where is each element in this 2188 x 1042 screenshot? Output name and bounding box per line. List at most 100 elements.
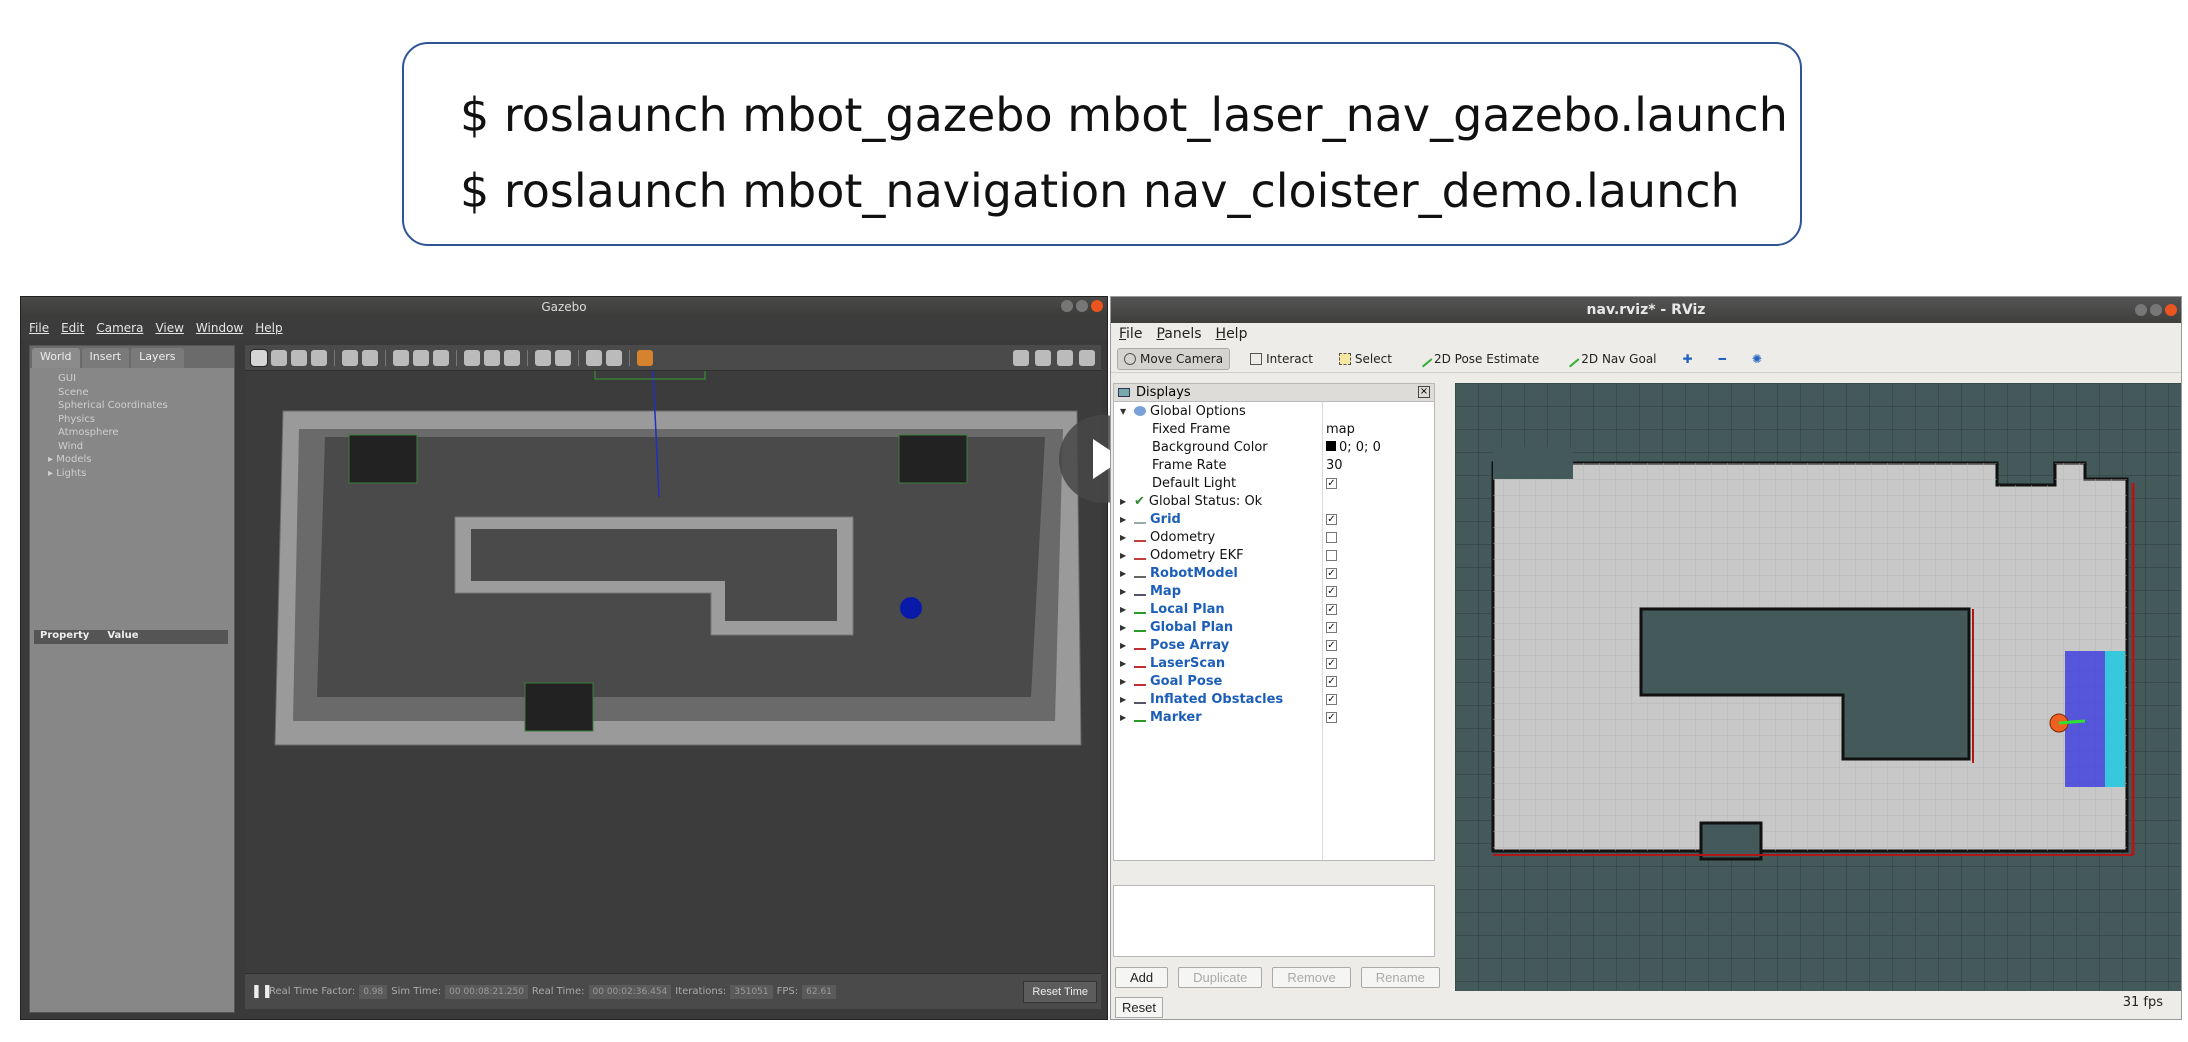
display-checkbox[interactable]: ✓ (1326, 711, 1337, 723)
tab-world[interactable]: World (32, 348, 80, 368)
box-shape-icon[interactable] (393, 349, 409, 366)
background-color-field[interactable]: 0; 0; 0 (1326, 440, 1381, 455)
minimize-icon[interactable] (1061, 300, 1073, 312)
tree-item-scene[interactable]: Scene (58, 386, 234, 400)
gazebo-menu-file[interactable]: File (29, 321, 49, 335)
expand-arrow-icon[interactable]: ▶ (1120, 569, 1126, 578)
duplicate-button[interactable]: Duplicate (1178, 967, 1263, 988)
display-row-inflated-obstacles[interactable]: ▶ Inflated Obstacles ✓ (1114, 690, 1434, 708)
collapse-arrow-icon[interactable]: ▼ (1120, 407, 1126, 416)
expand-arrow-icon[interactable]: ▶ (1120, 659, 1126, 668)
display-row-map[interactable]: ▶ Map ✓ (1114, 582, 1434, 600)
display-row-odometry[interactable]: ▶ Odometry (1114, 528, 1434, 546)
display-row-pose-array[interactable]: ▶ Pose Array ✓ (1114, 636, 1434, 654)
display-checkbox[interactable]: ✓ (1326, 693, 1337, 705)
maximize-icon[interactable] (1076, 300, 1088, 312)
fixed-frame-value[interactable]: map (1326, 422, 1355, 437)
display-row-global-plan[interactable]: ▶ Global Plan ✓ (1114, 618, 1434, 636)
plot-icon[interactable] (1057, 349, 1073, 366)
gazebo-menu-window[interactable]: Window (196, 321, 243, 335)
expand-arrow-icon[interactable]: ▶ (1120, 623, 1126, 632)
close-icon[interactable] (2165, 304, 2177, 316)
point-light-icon[interactable] (464, 349, 480, 366)
background-color-row[interactable]: Background Color 0; 0; 0 (1114, 438, 1434, 456)
pause-icon[interactable]: ❚❚ (251, 984, 273, 999)
frame-rate-row[interactable]: Frame Rate 30 (1114, 456, 1434, 474)
expand-arrow-icon[interactable]: ▶ (1120, 695, 1126, 704)
frame-rate-value[interactable]: 30 (1326, 458, 1343, 473)
spot-light-icon[interactable] (484, 349, 500, 366)
fixed-frame-row[interactable]: Fixed Frame map (1114, 420, 1434, 438)
reset-time-button[interactable]: Reset Time (1023, 980, 1097, 1003)
align-icon[interactable] (586, 349, 602, 366)
minimize-icon[interactable] (2135, 304, 2147, 316)
gazebo-3d-scene[interactable] (245, 371, 1101, 973)
expand-arrow-icon[interactable]: ▶ (1120, 587, 1126, 596)
tree-item-physics[interactable]: Physics (58, 413, 234, 427)
display-checkbox[interactable]: ✓ (1326, 513, 1337, 525)
scale-icon[interactable] (311, 349, 327, 366)
sphere-shape-icon[interactable] (413, 349, 429, 366)
move-camera-tool[interactable]: Move Camera (1117, 347, 1231, 370)
tree-item-models[interactable]: ▸ Models (48, 453, 234, 467)
display-checkbox[interactable]: ✓ (1326, 621, 1337, 633)
expand-arrow-icon[interactable]: ▶ (1120, 605, 1126, 614)
reset-button[interactable]: Reset (1115, 997, 1163, 1018)
gazebo-viewport[interactable] (245, 345, 1101, 973)
video-icon[interactable] (1079, 349, 1095, 366)
copy-icon[interactable] (535, 349, 551, 366)
expand-arrow-icon[interactable]: ▸ (48, 454, 56, 465)
display-row-robotmodel[interactable]: ▶ RobotModel ✓ (1114, 564, 1434, 582)
tree-item-gui[interactable]: GUI (58, 372, 234, 386)
remove-tool[interactable]: ━ (1713, 349, 1732, 369)
rviz-menu-file[interactable]: File (1119, 326, 1142, 342)
display-row-odometry-ekf[interactable]: ▶ Odometry EKF (1114, 546, 1434, 564)
expand-arrow-icon[interactable]: ▶ (1120, 497, 1126, 506)
rviz-3d-view[interactable] (1455, 383, 2181, 991)
global-status-row[interactable]: ▶ ✔ Global Status: Ok (1114, 492, 1434, 510)
tab-insert[interactable]: Insert (81, 348, 130, 368)
gazebo-menu-view[interactable]: View (155, 321, 183, 335)
rotate-icon[interactable] (291, 349, 307, 366)
global-options-row[interactable]: ▼ Global Options (1114, 402, 1434, 420)
rviz-menu-help[interactable]: Help (1216, 326, 1248, 342)
redo-icon[interactable] (362, 349, 378, 366)
default-light-row[interactable]: Default Light ✓ (1114, 474, 1434, 492)
display-checkbox[interactable]: ✓ (1326, 567, 1337, 579)
paste-icon[interactable] (555, 349, 571, 366)
interact-tool[interactable]: Interact (1244, 349, 1319, 369)
screenshot-icon[interactable] (1013, 349, 1029, 366)
display-row-marker[interactable]: ▶ Marker ✓ (1114, 708, 1434, 726)
expand-arrow-icon[interactable]: ▶ (1120, 515, 1126, 524)
gazebo-menu-help[interactable]: Help (255, 321, 282, 335)
tool-settings[interactable]: ✺ (1746, 349, 1768, 369)
default-light-checkbox[interactable]: ✓ (1326, 477, 1337, 489)
display-checkbox[interactable]: ✓ (1326, 603, 1337, 615)
pose-estimate-tool[interactable]: 2D Pose Estimate (1412, 349, 1545, 369)
expand-arrow-icon[interactable]: ▶ (1120, 677, 1126, 686)
remove-button[interactable]: Remove (1272, 967, 1351, 988)
display-checkbox[interactable] (1326, 531, 1337, 543)
directional-light-icon[interactable] (504, 349, 520, 366)
display-row-local-plan[interactable]: ▶ Local Plan ✓ (1114, 600, 1434, 618)
nav-goal-tool[interactable]: 2D Nav Goal (1559, 349, 1662, 369)
display-row-grid[interactable]: ▶ Grid ✓ (1114, 510, 1434, 528)
rviz-menu-panels[interactable]: Panels (1156, 326, 1201, 342)
rename-button[interactable]: Rename (1360, 967, 1440, 988)
select-mode-icon[interactable] (250, 348, 268, 367)
undo-icon[interactable] (342, 349, 358, 366)
expand-arrow-icon[interactable]: ▶ (1120, 641, 1126, 650)
display-checkbox[interactable] (1326, 549, 1337, 561)
tab-layers[interactable]: Layers (131, 348, 184, 368)
select-tool[interactable]: Select (1333, 349, 1398, 369)
display-checkbox[interactable]: ✓ (1326, 675, 1337, 687)
gazebo-menu-edit[interactable]: Edit (61, 321, 84, 335)
close-icon[interactable] (1091, 300, 1103, 312)
expand-arrow-icon[interactable]: ▶ (1120, 533, 1126, 542)
add-tool[interactable]: ✚ (1677, 349, 1699, 369)
log-icon[interactable] (1035, 349, 1051, 366)
close-panel-icon[interactable]: × (1418, 386, 1430, 398)
tree-item-lights[interactable]: ▸ Lights (48, 467, 234, 481)
snap-icon[interactable] (606, 349, 622, 366)
expand-arrow-icon[interactable]: ▶ (1120, 713, 1126, 722)
